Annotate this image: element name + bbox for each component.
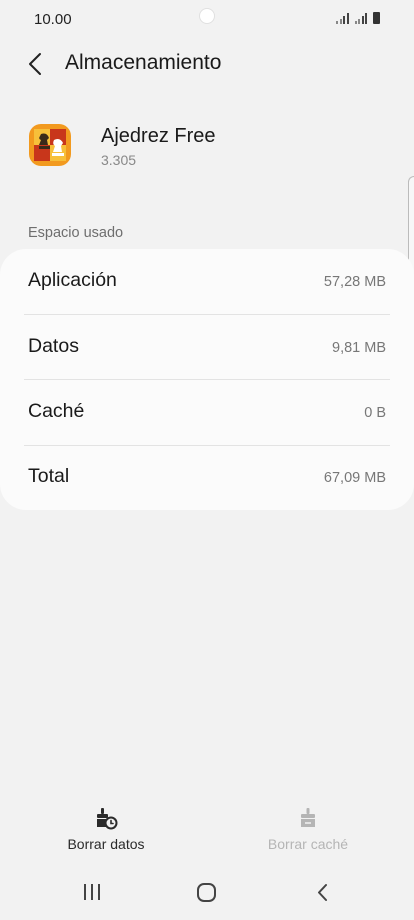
row-value: 0 B xyxy=(364,405,386,421)
app-version: 3.305 xyxy=(101,152,137,168)
storage-row-application: Aplicación 57,28 MB xyxy=(0,249,414,314)
app-bar: Almacenamiento xyxy=(0,40,414,88)
broom-icon xyxy=(301,808,315,827)
clear-cache-button[interactable]: Borrar caché xyxy=(228,798,388,860)
row-label: Total xyxy=(28,465,70,487)
broom-clock-icon xyxy=(97,808,118,830)
app-icon xyxy=(29,124,71,166)
nav-home-button[interactable] xyxy=(192,880,222,906)
chevron-left-icon xyxy=(29,53,41,75)
bottom-actions: Borrar datos Borrar caché xyxy=(0,798,414,860)
status-time: 10.00 xyxy=(34,11,72,28)
clear-data-label: Borrar datos xyxy=(67,836,145,852)
page-title: Almacenamiento xyxy=(65,51,222,74)
section-label: Espacio usado xyxy=(28,225,124,241)
row-label: Caché xyxy=(28,400,85,422)
signal-icon xyxy=(336,13,349,24)
signal-icon-2 xyxy=(354,13,367,24)
clear-data-button[interactable]: Borrar datos xyxy=(26,798,186,860)
row-value: 9,81 MB xyxy=(332,340,386,356)
clear-cache-label: Borrar caché xyxy=(267,836,349,852)
row-value: 57,28 MB xyxy=(323,274,386,290)
row-value: 67,09 MB xyxy=(323,470,386,486)
status-bar: 10.00 xyxy=(0,0,414,40)
storage-row-total: Total 67,09 MB xyxy=(0,445,414,510)
storage-row-cache: Caché 0 B xyxy=(0,380,414,445)
row-label: Aplicación xyxy=(28,269,117,291)
camera-cutout xyxy=(199,8,215,24)
app-info: Ajedrez Free 3.305 xyxy=(0,110,414,180)
home-icon xyxy=(197,883,216,902)
row-label: Datos xyxy=(28,335,79,357)
back-icon xyxy=(318,884,327,901)
navigation-bar xyxy=(0,872,414,916)
recents-icon xyxy=(84,884,100,900)
back-button[interactable] xyxy=(22,50,50,78)
nav-recents-button[interactable] xyxy=(77,880,107,906)
status-icons xyxy=(336,12,380,24)
storage-card: Aplicación 57,28 MB Datos 9,81 MB Caché … xyxy=(0,249,414,510)
battery-icon xyxy=(373,12,380,24)
app-name: Ajedrez Free xyxy=(101,125,216,147)
storage-row-data: Datos 9,81 MB xyxy=(0,315,414,380)
nav-back-button[interactable] xyxy=(308,880,338,906)
